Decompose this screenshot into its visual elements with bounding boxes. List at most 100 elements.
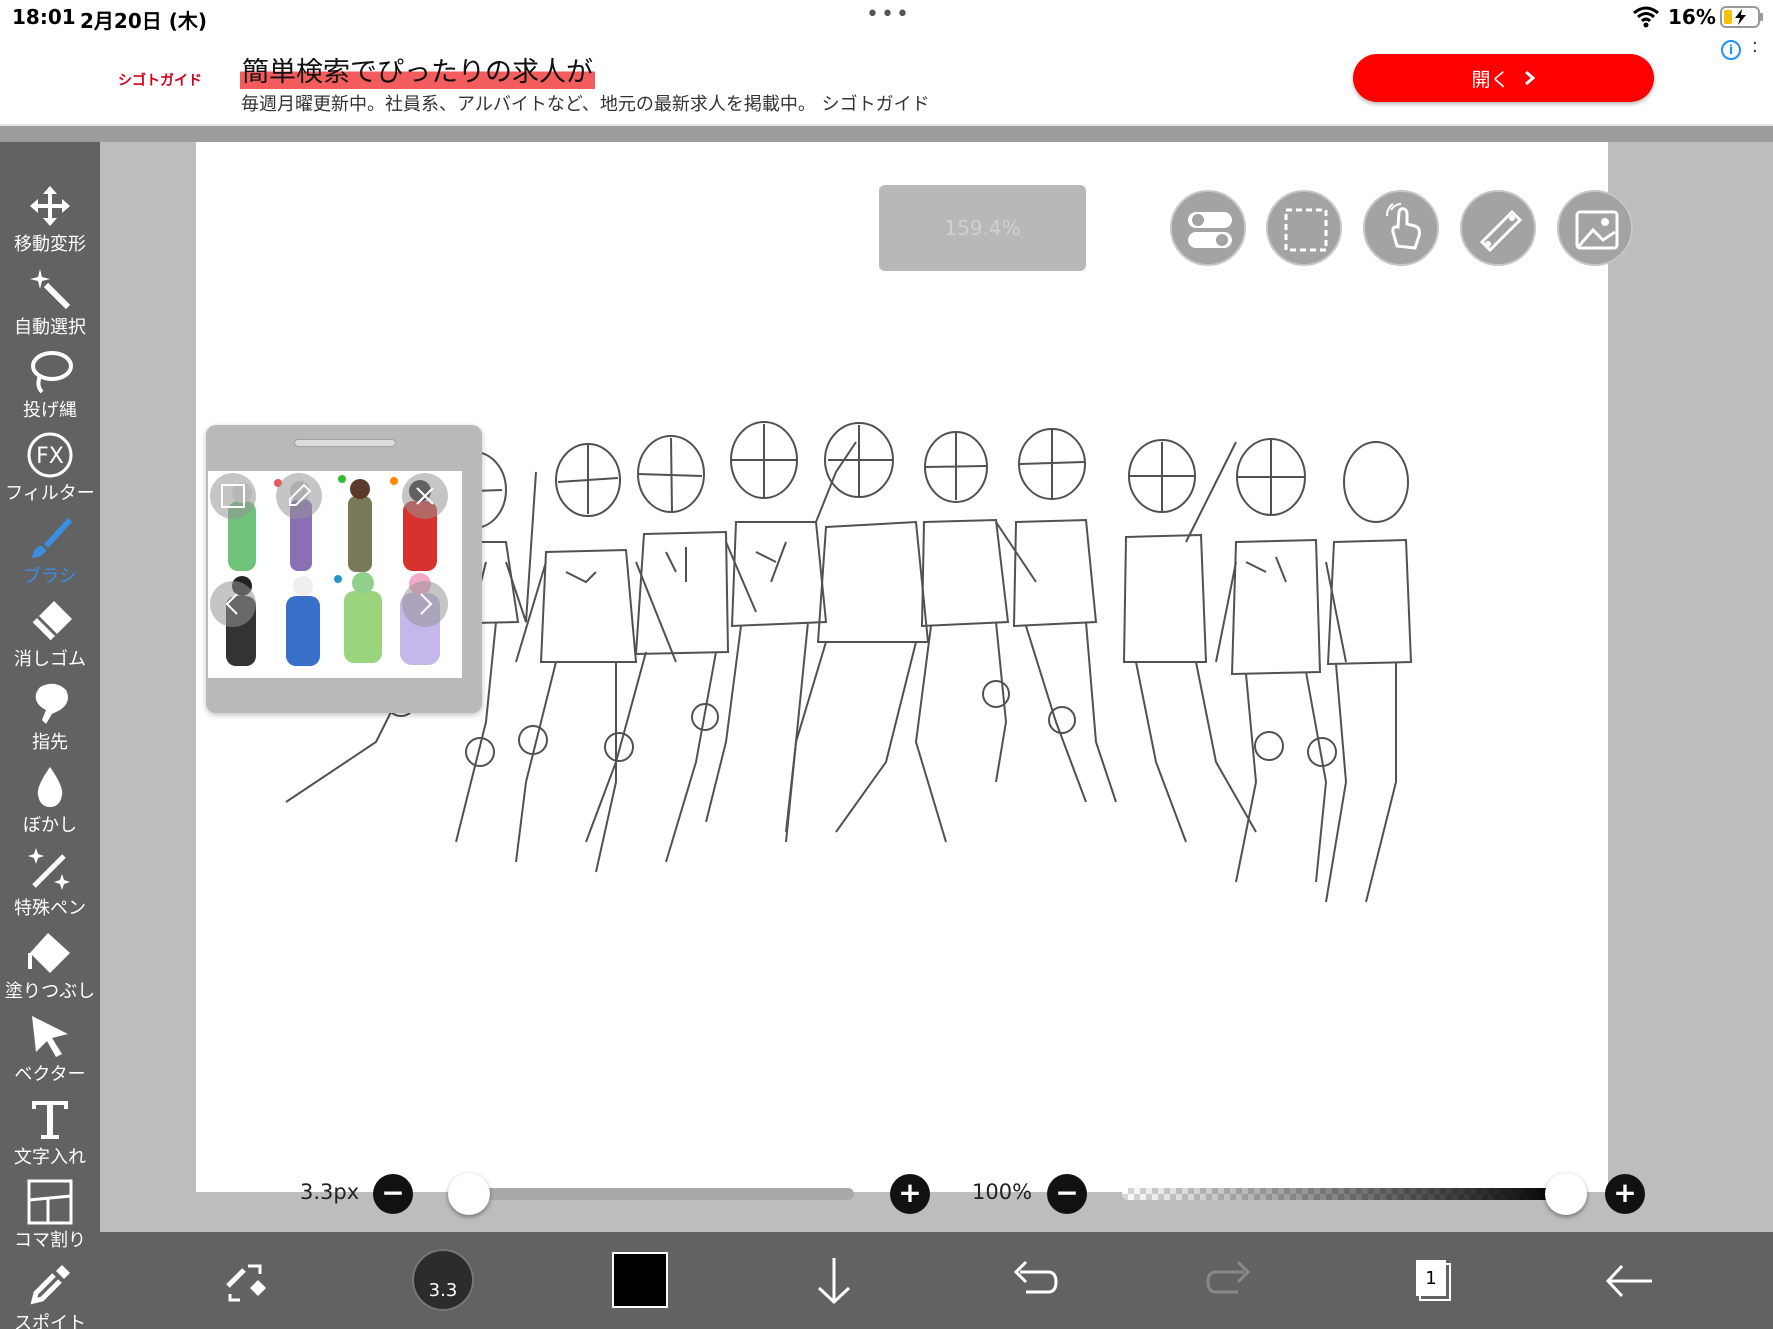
toggle-settings-button[interactable] — [1170, 190, 1246, 266]
tool-frame-divide[interactable]: コマ割り — [0, 1178, 100, 1260]
tool-label: スポイト — [14, 1313, 86, 1329]
arrow-down-icon — [817, 1258, 851, 1305]
tool-special-pen[interactable]: 特殊ペン — [0, 846, 100, 928]
status-time: 18:01 — [12, 5, 76, 29]
tool-label: ぼかし — [23, 815, 77, 836]
tool-label: 移動変形 — [14, 234, 86, 255]
opacity-slider[interactable] — [1122, 1188, 1566, 1200]
frame-divide-icon — [27, 1179, 73, 1225]
image-reference-button[interactable] — [1557, 190, 1633, 266]
opacity-minus-button[interactable]: − — [1047, 1174, 1087, 1214]
eyedropper-icon — [30, 1265, 70, 1305]
tool-lasso[interactable]: 投げ縄 — [0, 348, 100, 430]
battery-percent: 16% — [1668, 5, 1716, 29]
back-button[interactable] — [1598, 1250, 1660, 1312]
swap-brush-eraser-icon — [226, 1264, 266, 1302]
reference-panel[interactable] — [206, 425, 482, 713]
tool-blur[interactable]: ぼかし — [0, 763, 100, 845]
ruler-icon — [1479, 209, 1523, 253]
eyedropper-icon — [289, 483, 312, 506]
tool-label: 消しゴム — [14, 649, 86, 670]
opacity-label: 100% — [972, 1180, 1033, 1204]
status-bar: 18:01 2月20日 (木) ••• 16% — [0, 0, 1773, 34]
work-area: 159.4% — [100, 142, 1773, 1232]
reference-prev-button[interactable] — [210, 581, 256, 627]
toggle-icon — [1188, 212, 1232, 248]
status-date: 2月20日 (木) — [80, 9, 207, 33]
multitask-dots[interactable]: ••• — [866, 2, 911, 27]
wifi-icon — [1633, 6, 1659, 28]
brush-size-slider[interactable] — [448, 1188, 854, 1200]
chevron-left-icon — [225, 593, 238, 615]
reference-frame-button[interactable] — [210, 473, 256, 519]
tool-label: 特殊ペン — [14, 898, 86, 919]
tool-brush[interactable]: ブラシ — [0, 514, 100, 596]
tool-label: 自動選択 — [14, 317, 86, 338]
opacity-knob[interactable] — [1545, 1173, 1587, 1215]
canvas-top-border — [0, 126, 1773, 142]
ad-more-icon[interactable]: · · — [1752, 35, 1758, 61]
tool-label: 文字入れ — [14, 1147, 86, 1168]
fx-text: FX — [36, 444, 64, 469]
reference-drag-handle[interactable] — [294, 439, 396, 447]
fill-bucket-icon — [28, 933, 70, 973]
tool-label: ベクター — [14, 1064, 86, 1085]
ad-logo: シゴトガイド — [118, 73, 202, 89]
redo-icon — [1206, 1260, 1251, 1294]
brush-size-label: 3.3px — [300, 1180, 360, 1204]
tool-label: 投げ縄 — [23, 400, 77, 421]
chevron-right-icon — [1524, 70, 1535, 86]
gesture-button[interactable] — [1363, 190, 1439, 266]
magic-wand-icon — [30, 269, 71, 310]
brush-size-badge: 3.3 — [428, 1280, 458, 1301]
tool-finger[interactable]: 指先 — [0, 680, 100, 762]
brush-icon — [32, 518, 72, 558]
selection-button[interactable] — [1266, 190, 1342, 266]
color-picker-button[interactable] — [612, 1252, 668, 1308]
brush-size-plus-button[interactable]: + — [890, 1174, 930, 1214]
brush-size-minus-button[interactable]: − — [373, 1174, 413, 1214]
tool-eraser[interactable]: 消しゴム — [0, 597, 100, 679]
fx-icon: FX — [27, 432, 73, 478]
tool-filter[interactable]: FX フィルター — [0, 431, 100, 513]
ruler-button[interactable] — [1460, 190, 1536, 266]
vector-cursor-icon — [32, 1016, 68, 1057]
tool-eyedropper[interactable]: スポイト — [0, 1261, 100, 1329]
tool-label: 塗りつぶし — [4, 981, 96, 1002]
reference-next-button[interactable] — [402, 581, 448, 627]
ad-open-button[interactable]: 開く — [1353, 54, 1654, 102]
ad-info-icon[interactable]: i — [1721, 40, 1741, 60]
tool-label: フィルター — [5, 483, 95, 504]
tool-label: コマ割り — [14, 1230, 86, 1251]
sparkle-pen-icon — [28, 848, 70, 890]
tool-vector[interactable]: ベクター — [0, 1012, 100, 1094]
layer-count: 1 — [1425, 1268, 1436, 1289]
undo-icon — [1013, 1260, 1058, 1294]
opacity-plus-button[interactable]: + — [1605, 1174, 1645, 1214]
reference-eyedropper-button[interactable] — [276, 473, 322, 519]
text-icon — [32, 1101, 68, 1139]
tool-auto-select[interactable]: 自動選択 — [0, 265, 100, 347]
move-icon — [30, 186, 70, 226]
brush-size-knob[interactable] — [448, 1173, 491, 1215]
tool-label: 指先 — [32, 732, 68, 753]
ad-title[interactable]: 簡単検索でぴったりの求人が — [240, 50, 595, 89]
ad-banner[interactable]: シゴトガイド 簡単検索でぴったりの求人が 毎週月曜更新中。社員系、アルバイトなど… — [0, 34, 1773, 126]
swap-tool-button[interactable] — [214, 1250, 276, 1312]
battery-charging-icon — [1720, 6, 1763, 28]
dashed-selection-icon — [1284, 208, 1328, 252]
blur-drop-icon — [37, 767, 63, 807]
redo-button[interactable] — [1200, 1250, 1262, 1312]
layers-button[interactable]: 1 — [1400, 1250, 1462, 1312]
finger-icon — [35, 683, 68, 724]
brush-size-button[interactable]: 3.3 — [412, 1249, 474, 1311]
close-icon — [416, 487, 434, 505]
ad-description: 毎週月曜更新中。社員系、アルバイトなど、地元の最新求人を掲載中。 シゴトガイド — [241, 94, 930, 115]
tool-fill[interactable]: 塗りつぶし — [0, 929, 100, 1011]
tool-text[interactable]: 文字入れ — [0, 1095, 100, 1177]
reference-close-button[interactable] — [402, 473, 448, 519]
tool-move-transform[interactable]: 移動変形 — [0, 182, 100, 264]
undo-button[interactable] — [1002, 1250, 1064, 1312]
arrow-left-icon — [1605, 1264, 1652, 1298]
layer-down-button[interactable] — [803, 1250, 865, 1312]
